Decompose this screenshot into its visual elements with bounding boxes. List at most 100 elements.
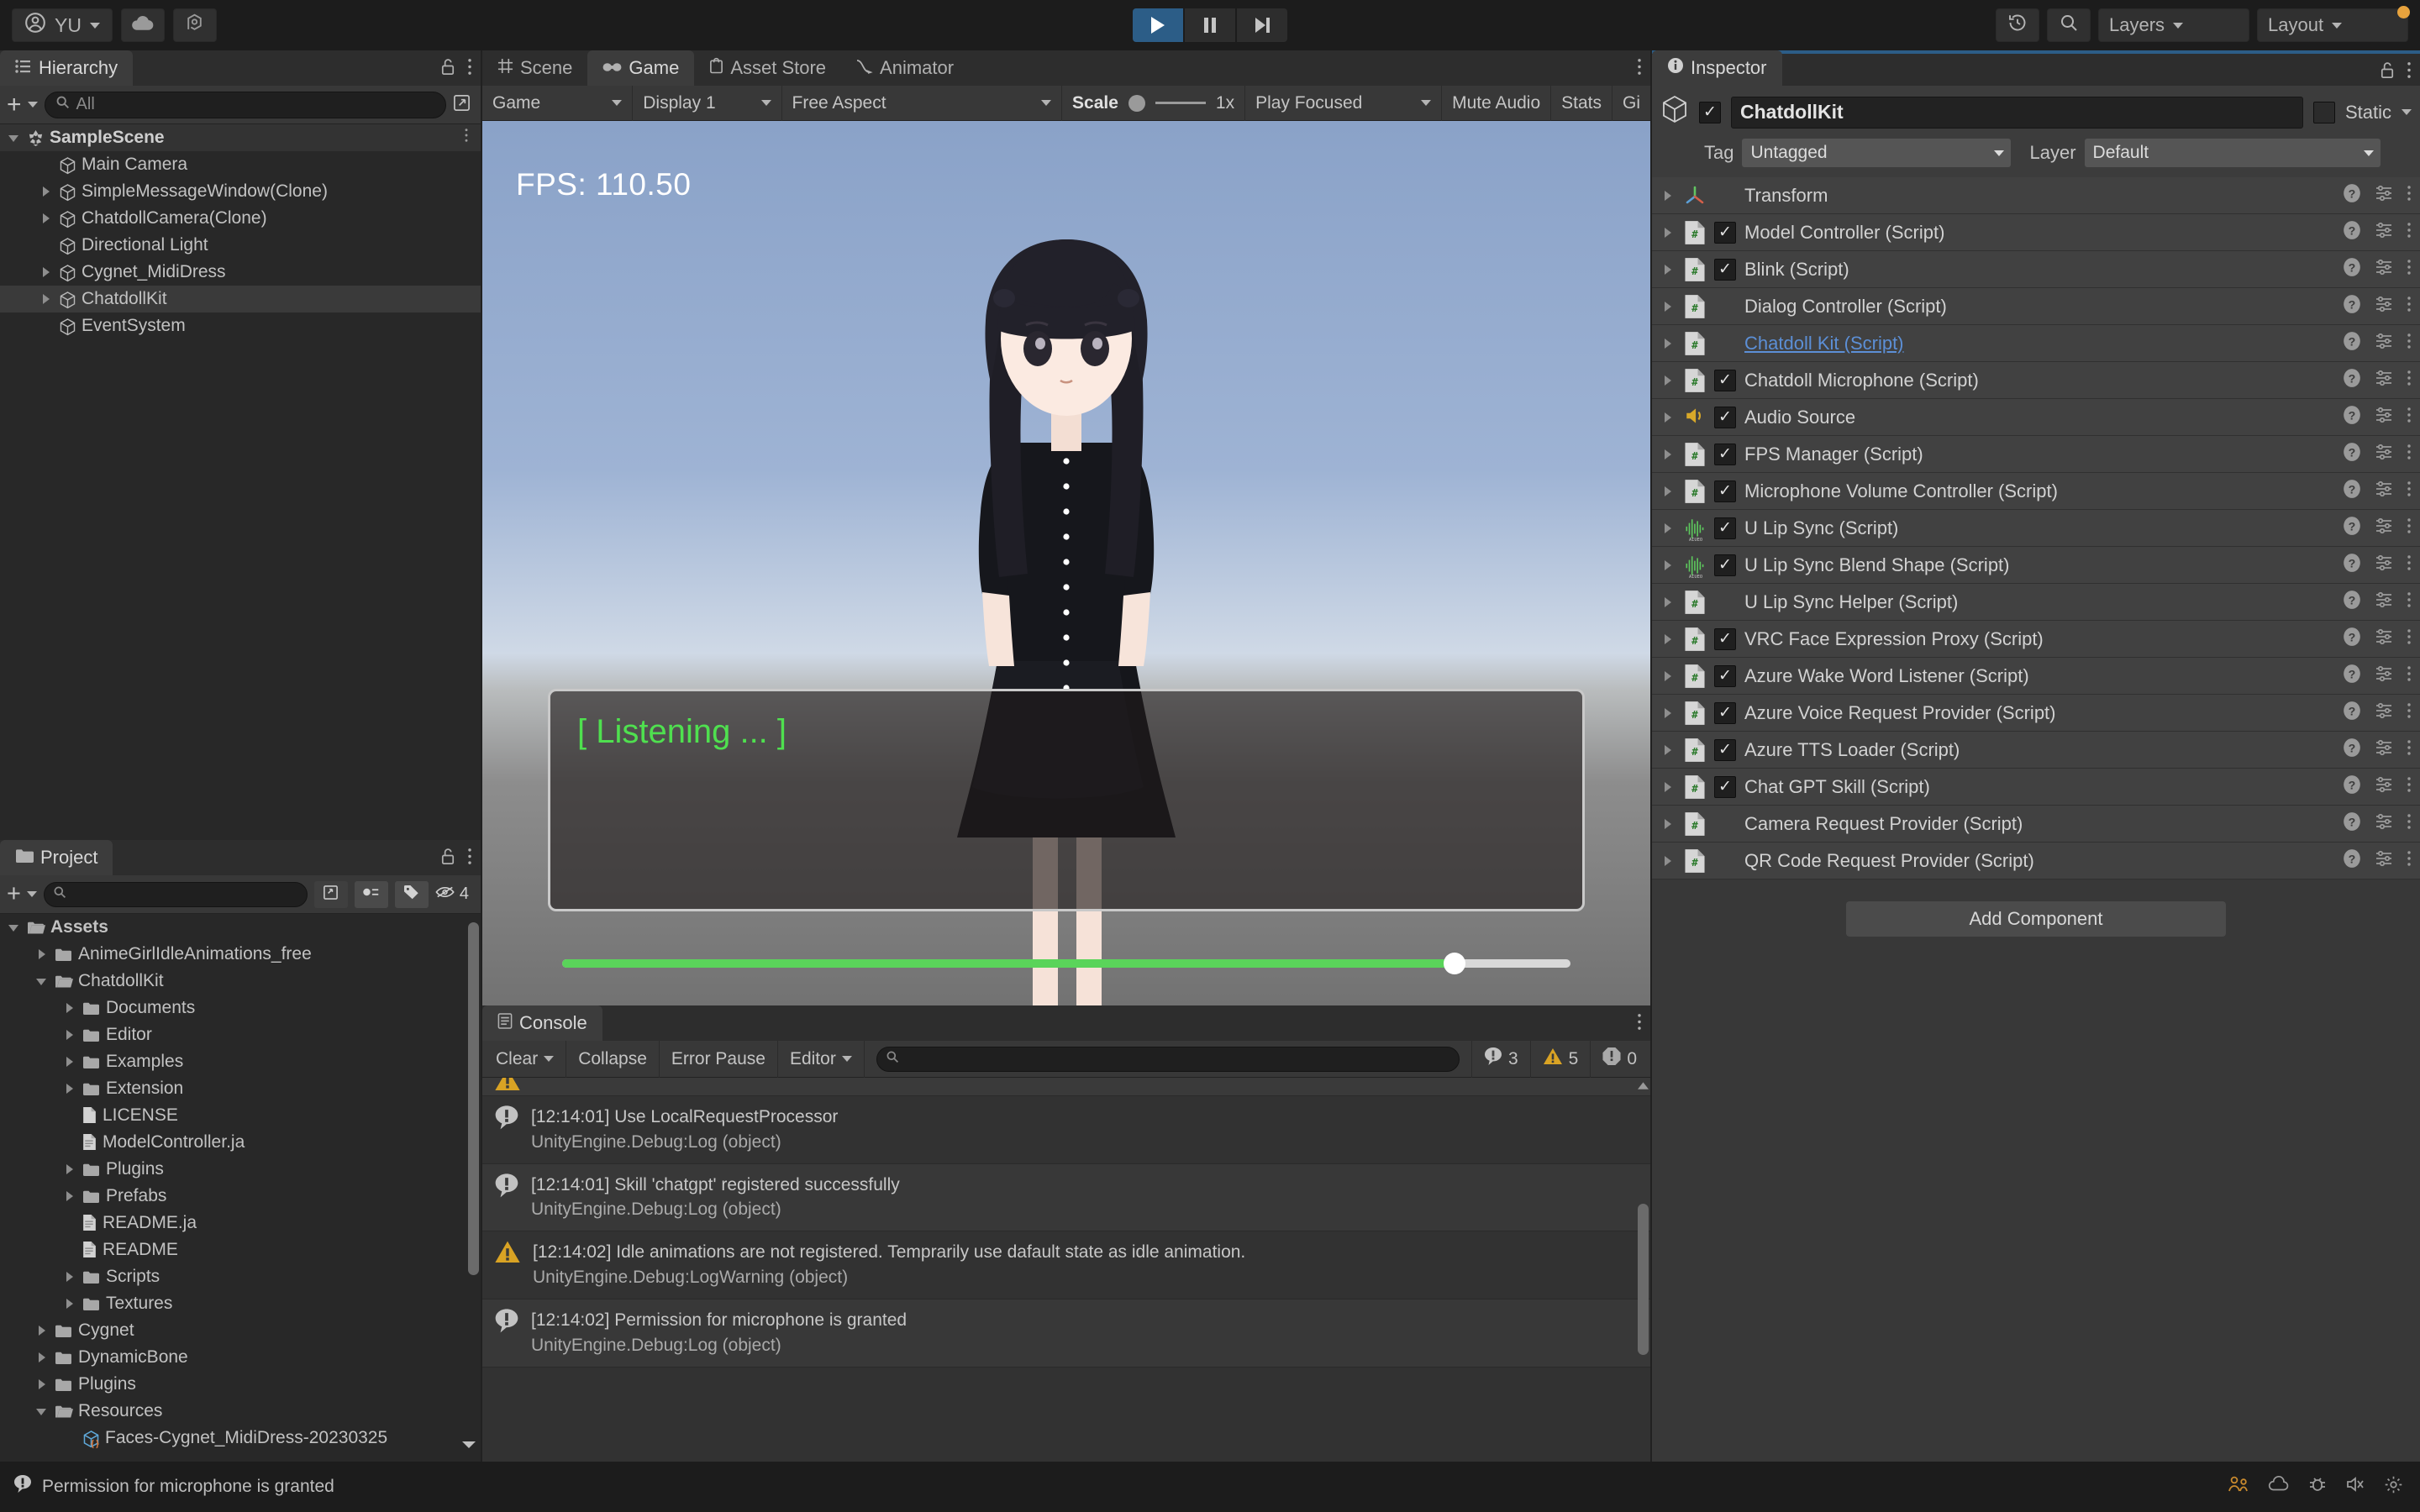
tag-dropdown[interactable]: Untagged <box>1742 139 2012 167</box>
kebab-menu-icon[interactable] <box>2407 259 2412 281</box>
component-enabled-checkbox[interactable]: ✓ <box>1714 406 1736 428</box>
chevron-right-icon[interactable] <box>62 1027 77 1042</box>
kebab-menu-icon[interactable] <box>1637 1013 1642 1036</box>
scale-slider-track[interactable] <box>1155 102 1206 104</box>
chevron-right-icon[interactable] <box>62 1296 77 1311</box>
project-item[interactable]: AnimeGirlIdleAnimations_free <box>0 941 481 968</box>
chevron-right-icon[interactable] <box>62 1054 77 1069</box>
help-circle-icon[interactable]: ? <box>2343 664 2361 689</box>
component-enabled-checkbox[interactable]: ✓ <box>1714 554 1736 576</box>
filter-label-button[interactable] <box>394 880 429 908</box>
cloud-button[interactable] <box>120 8 165 42</box>
chevron-right-icon[interactable] <box>1660 262 1676 277</box>
component-row[interactable]: ✓ Audio Source? <box>1652 399 2420 436</box>
layers-dropdown[interactable]: Layers <box>2098 8 2249 42</box>
help-circle-icon[interactable]: ? <box>2343 183 2361 208</box>
kebab-menu-icon[interactable] <box>2407 61 2412 84</box>
kebab-menu-icon[interactable] <box>2407 628 2412 650</box>
project-item[interactable]: Resources <box>0 1398 481 1425</box>
chevron-right-icon[interactable] <box>1660 447 1676 462</box>
microphone-volume-slider[interactable] <box>562 953 1570 974</box>
preset-sliders-icon[interactable] <box>2375 480 2393 503</box>
preset-sliders-icon[interactable] <box>2375 369 2393 392</box>
help-circle-icon[interactable]: ? <box>2343 848 2361 874</box>
kebab-menu-icon[interactable] <box>464 128 469 148</box>
step-button[interactable] <box>1237 8 1287 42</box>
preset-sliders-icon[interactable] <box>2375 591 2393 614</box>
lock-open-icon[interactable] <box>2380 61 2395 84</box>
chevron-right-icon[interactable] <box>1660 632 1676 647</box>
scroll-up-arrow-icon[interactable] <box>1638 1079 1649 1095</box>
project-item[interactable]: LICENSE <box>0 1102 481 1129</box>
preset-sliders-icon[interactable] <box>2375 184 2393 207</box>
component-row[interactable]: AIUEO ✓ U Lip Sync Blend Shape (Script)? <box>1652 547 2420 584</box>
kebab-menu-icon[interactable] <box>2407 296 2412 318</box>
chevron-right-icon[interactable] <box>39 211 54 226</box>
console-info-count[interactable]: 3 <box>1470 1040 1530 1078</box>
chevron-right-icon[interactable] <box>1660 669 1676 684</box>
component-row[interactable]: # ✓ Model Controller (Script)? <box>1652 214 2420 251</box>
chevron-right-icon[interactable] <box>1660 373 1676 388</box>
preset-sliders-icon[interactable] <box>2375 406 2393 429</box>
project-item[interactable]: Extension <box>0 1075 481 1102</box>
lock-open-icon[interactable] <box>440 58 455 81</box>
component-row[interactable]: AIUEO ✓ U Lip Sync (Script)? <box>1652 510 2420 547</box>
chevron-down-icon[interactable] <box>462 1438 476 1453</box>
component-enabled-checkbox[interactable]: ✓ <box>1714 664 1736 687</box>
project-item[interactable]: Examples <box>0 1048 481 1075</box>
component-enabled-checkbox[interactable]: ✓ <box>1714 221 1736 244</box>
component-enabled-checkbox[interactable]: ✓ <box>1714 258 1736 281</box>
tab-animator[interactable]: Animator <box>841 50 969 86</box>
chevron-right-icon[interactable] <box>62 1081 77 1096</box>
help-circle-icon[interactable]: ? <box>2343 479 2361 504</box>
hierarchy-item[interactable]: Directional Light <box>0 232 481 259</box>
component-row[interactable]: # ✓ Azure Voice Request Provider (Script)? <box>1652 695 2420 732</box>
mute-icon[interactable] <box>2345 1475 2365 1499</box>
search-button[interactable] <box>2047 8 2091 42</box>
component-enabled-checkbox[interactable]: ✓ <box>1714 443 1736 465</box>
component-row[interactable]: # ✓ Blink (Script)? <box>1652 251 2420 288</box>
help-circle-icon[interactable]: ? <box>2343 331 2361 356</box>
chevron-right-icon[interactable] <box>62 1000 77 1016</box>
chevron-down-icon[interactable] <box>2402 109 2412 115</box>
console-warning-count[interactable]: 5 <box>1529 1040 1591 1078</box>
project-tree[interactable]: Assets AnimeGirlIdleAnimations_free Chatdo… <box>0 914 481 1462</box>
console-entry[interactable]: [12:14:02] Permission for microphone is … <box>482 1299 1650 1368</box>
game-playmode-dropdown[interactable]: Play Focused <box>1245 85 1443 121</box>
component-row[interactable]: # Chatdoll Kit (Script)? <box>1652 325 2420 362</box>
console-collapse-toggle[interactable]: Collapse <box>566 1040 660 1078</box>
component-row[interactable]: # ✓ Azure Wake Word Listener (Script)? <box>1652 658 2420 695</box>
help-circle-icon[interactable]: ? <box>2343 738 2361 763</box>
unity-services-button[interactable] <box>172 8 217 42</box>
project-item[interactable]: Assets <box>0 914 481 941</box>
chevron-right-icon[interactable] <box>1660 706 1676 721</box>
help-circle-icon[interactable]: ? <box>2343 590 2361 615</box>
scale-slider-knob[interactable] <box>1128 94 1145 112</box>
kebab-menu-icon[interactable] <box>2407 591 2412 613</box>
help-circle-icon[interactable]: ? <box>2343 257 2361 282</box>
tab-project[interactable]: Project <box>0 840 113 875</box>
chevron-right-icon[interactable] <box>1660 336 1676 351</box>
chevron-right-icon[interactable] <box>1660 410 1676 425</box>
preset-sliders-icon[interactable] <box>2375 701 2393 725</box>
kebab-menu-icon[interactable] <box>2407 370 2412 391</box>
chevron-right-icon[interactable] <box>1660 225 1676 240</box>
help-circle-icon[interactable]: ? <box>2343 627 2361 652</box>
chevron-right-icon[interactable] <box>1660 743 1676 758</box>
chevron-right-icon[interactable] <box>39 184 54 199</box>
console-entry-partial[interactable] <box>482 1078 1650 1096</box>
chevron-right-icon[interactable] <box>34 947 50 962</box>
component-enabled-checkbox[interactable]: ✓ <box>1714 369 1736 391</box>
component-enabled-checkbox[interactable]: ✓ <box>1714 738 1736 761</box>
kebab-menu-icon[interactable] <box>467 848 472 870</box>
filter-type-button[interactable] <box>354 880 388 908</box>
component-row[interactable]: # QR Code Request Provider (Script)? <box>1652 843 2420 879</box>
chevron-right-icon[interactable] <box>1660 521 1676 536</box>
settings-icon[interactable] <box>2384 1475 2403 1499</box>
bug-icon[interactable] <box>2308 1475 2327 1499</box>
project-item[interactable]: Plugins <box>0 1371 481 1398</box>
kebab-menu-icon[interactable] <box>2407 776 2412 798</box>
project-scrollbar[interactable] <box>468 922 479 1275</box>
preset-sliders-icon[interactable] <box>2375 849 2393 873</box>
preset-sliders-icon[interactable] <box>2375 517 2393 540</box>
